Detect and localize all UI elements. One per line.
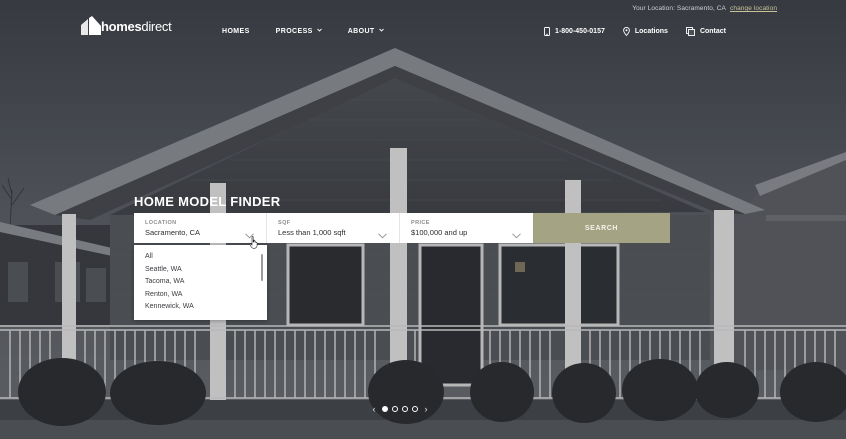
hero-carousel-controls: ‹ › bbox=[368, 404, 432, 414]
location-label: LOCATION bbox=[145, 220, 177, 226]
carousel-dot[interactable] bbox=[412, 406, 418, 412]
chevron-down-icon bbox=[378, 28, 384, 34]
price-label: PRICE bbox=[411, 220, 430, 226]
brand-wordmark-bold: homes bbox=[101, 18, 142, 34]
carousel-dot[interactable] bbox=[392, 406, 398, 412]
arrow-right-icon[interactable]: › bbox=[420, 404, 432, 414]
brand-wordmark-light: direct bbox=[141, 18, 172, 34]
carousel-dot[interactable] bbox=[402, 406, 408, 412]
contact-label: Contact bbox=[699, 28, 726, 35]
current-location-text: Your Location: Sacramento, CA bbox=[632, 5, 726, 12]
main-nav: HOMES PROCESS ABOUT bbox=[222, 28, 384, 35]
carousel-dot[interactable] bbox=[382, 406, 388, 412]
locations-label: Locations bbox=[634, 28, 668, 35]
price-select[interactable]: PRICE $100,000 and up bbox=[400, 213, 533, 243]
location-options: All Seattle, WA Tacoma, WA Renton, WA Ke… bbox=[134, 245, 267, 316]
location-dropdown: All Seattle, WA Tacoma, WA Renton, WA Ke… bbox=[134, 245, 267, 320]
sqf-value: Less than 1,000 sqft bbox=[278, 228, 346, 237]
nav-item-homes[interactable]: HOMES bbox=[222, 28, 250, 35]
home-model-finder: LOCATION Sacramento, CA SQF Less than 1,… bbox=[134, 213, 670, 243]
nav-item-process[interactable]: PROCESS bbox=[276, 28, 322, 35]
current-location-bar: Your Location: Sacramento, CA change loca… bbox=[632, 5, 777, 12]
nav-item-about[interactable]: ABOUT bbox=[348, 28, 384, 35]
nav-item-label: PROCESS bbox=[275, 28, 313, 35]
location-option[interactable]: Tacoma, WA bbox=[134, 278, 267, 291]
location-pin-icon bbox=[623, 27, 630, 36]
search-button[interactable]: SEARCH bbox=[533, 213, 670, 243]
price-value: $100,000 and up bbox=[411, 228, 468, 237]
logo-mark-icon bbox=[80, 16, 101, 36]
contact-card-icon bbox=[685, 27, 695, 36]
dropdown-scrollbar[interactable] bbox=[261, 254, 263, 281]
brand-logo[interactable]: homesdirect bbox=[80, 16, 172, 36]
utility-links: 1-800-450-0157 Locations Contact bbox=[544, 27, 726, 36]
chevron-down-icon bbox=[512, 226, 521, 244]
phone-link[interactable]: 1-800-450-0157 bbox=[544, 27, 605, 36]
chevron-down-icon bbox=[378, 226, 387, 244]
change-location-link[interactable]: change location bbox=[730, 5, 777, 12]
location-option[interactable]: Kennewick, WA bbox=[134, 303, 267, 316]
sqf-select[interactable]: SQF Less than 1,000 sqft bbox=[267, 213, 400, 243]
location-option[interactable]: Renton, WA bbox=[134, 291, 267, 304]
cursor-hand-icon bbox=[249, 236, 259, 254]
finder-title: HOME MODEL FINDER bbox=[134, 194, 281, 209]
sqf-label: SQF bbox=[278, 220, 291, 226]
chevron-down-icon bbox=[316, 28, 322, 34]
brand-wordmark: homesdirect bbox=[101, 18, 172, 34]
location-option[interactable]: Seattle, WA bbox=[134, 266, 267, 279]
contact-link[interactable]: Contact bbox=[685, 27, 726, 36]
location-select[interactable]: LOCATION Sacramento, CA bbox=[134, 213, 267, 243]
phone-icon bbox=[544, 27, 550, 36]
locations-link[interactable]: Locations bbox=[623, 27, 668, 36]
location-option[interactable]: All bbox=[134, 253, 267, 266]
arrow-left-icon[interactable]: ‹ bbox=[368, 404, 380, 414]
nav-item-label: HOMES bbox=[222, 28, 250, 35]
nav-item-label: ABOUT bbox=[347, 28, 375, 35]
location-value: Sacramento, CA bbox=[145, 228, 201, 237]
phone-number: 1-800-450-0157 bbox=[555, 28, 605, 35]
